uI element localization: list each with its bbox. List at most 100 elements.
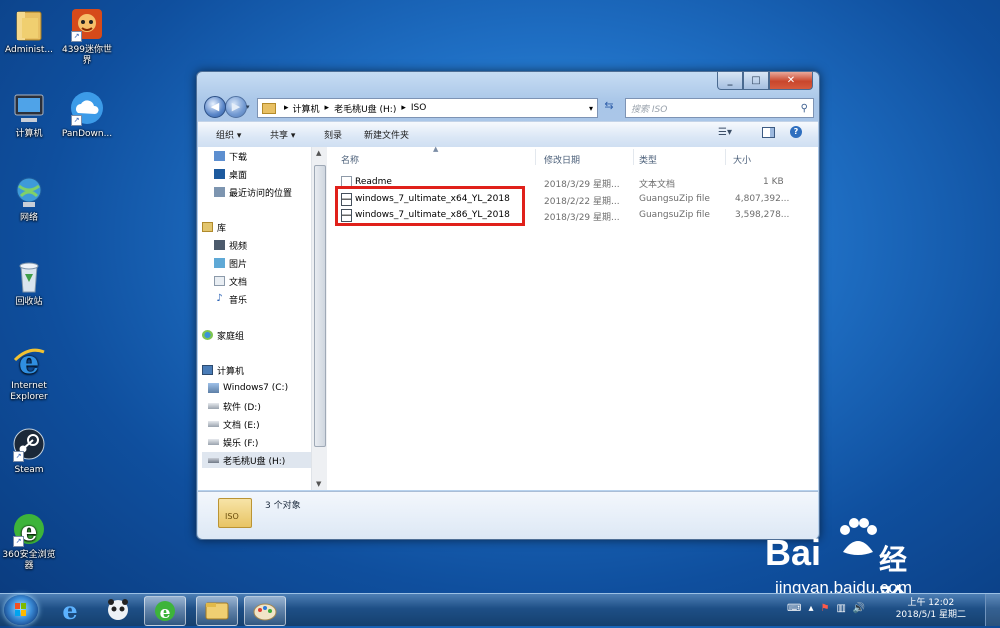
show-hidden-icons-icon[interactable]: ▴ xyxy=(808,603,813,614)
desktop-icon-network[interactable]: 网络 xyxy=(0,176,60,224)
nav-item-documents[interactable]: 文档 xyxy=(214,273,247,289)
desktop-icon-label: Administ... xyxy=(5,45,53,55)
baidu-brand: Bai xyxy=(765,532,822,573)
explorer-window: _ □ ✕ ◀ ▶ ▾ ▸ 计算机 ▸ 老毛桃U盘 (H:) ▸ ISO ▾ ⇆… xyxy=(196,71,820,540)
downloads-icon xyxy=(214,151,225,161)
search-icon[interactable]: ⚲ xyxy=(801,103,808,114)
nav-item-pictures[interactable]: 图片 xyxy=(214,255,247,271)
scrollbar-thumb[interactable] xyxy=(314,165,326,447)
recent-pages-dropdown[interactable]: ▾ xyxy=(246,103,250,111)
breadcrumb-iso[interactable]: ISO xyxy=(411,103,426,113)
view-options-icon[interactable]: ☰▾ xyxy=(718,127,732,138)
burn-button[interactable]: 刻录 xyxy=(324,128,342,141)
homegroup-icon xyxy=(202,330,213,340)
nav-item-drive-h[interactable]: 老毛桃U盘 (H:) xyxy=(202,452,311,468)
documents-icon xyxy=(214,276,225,286)
desktop-icon-internet-explorer[interactable]: e Internet Explorer xyxy=(0,343,60,403)
nav-item-downloads[interactable]: 下载 xyxy=(214,148,247,164)
organize-menu[interactable]: 组织 ▾ xyxy=(216,128,241,141)
show-desktop-button[interactable] xyxy=(985,594,1000,626)
shortcut-arrow-icon: ↗ xyxy=(13,451,24,462)
share-menu[interactable]: 共享 ▾ xyxy=(270,128,295,141)
breadcrumb-drive[interactable]: 老毛桃U盘 (H:) xyxy=(334,102,396,115)
back-button[interactable]: ◀ xyxy=(204,96,226,118)
help-icon[interactable]: ? xyxy=(790,126,802,138)
close-button[interactable]: ✕ xyxy=(769,72,813,90)
steam-icon: ↗ xyxy=(11,428,47,462)
desktop-icon-administrator[interactable]: Administ... xyxy=(0,8,60,56)
nav-item-drive-d[interactable]: 软件 (D:) xyxy=(208,398,261,414)
network-status-icon[interactable]: ▥ xyxy=(836,603,845,614)
refresh-button[interactable]: ⇆ xyxy=(599,99,619,117)
column-header-name[interactable]: 名称 xyxy=(341,153,359,166)
desktop-icon-label: 4399迷你世界 xyxy=(62,45,112,66)
nav-item-computer[interactable]: 计算机 xyxy=(202,362,244,378)
panda-icon xyxy=(108,599,128,620)
nav-item-drive-f[interactable]: 娱乐 (F:) xyxy=(208,434,258,450)
computer-icon xyxy=(11,92,47,126)
desktop-icon-label: 360安全浏览器 xyxy=(2,550,56,571)
column-header-type[interactable]: 类型 xyxy=(639,153,657,166)
music-icon: ♪ xyxy=(216,293,223,304)
start-button[interactable] xyxy=(4,595,38,625)
search-box[interactable]: 搜索 ISO ⚲ xyxy=(625,98,814,118)
cloud-icon: ↗ xyxy=(69,92,105,126)
shortcut-arrow-icon: ↗ xyxy=(13,536,24,547)
address-bar[interactable]: ▸ 计算机 ▸ 老毛桃U盘 (H:) ▸ ISO ▾ xyxy=(257,98,598,118)
taskbar-internet-explorer[interactable]: e xyxy=(50,596,90,625)
nav-item-libraries[interactable]: 库 xyxy=(202,219,226,235)
desktop-icon-pandownload[interactable]: ↗ PanDown... xyxy=(56,92,118,140)
nav-item-homegroup[interactable]: 家庭组 xyxy=(202,327,244,343)
maximize-button[interactable]: □ xyxy=(743,72,769,90)
desktop-icon xyxy=(214,169,225,179)
column-divider xyxy=(725,149,726,165)
scroll-down-arrow-icon[interactable]: ▼ xyxy=(316,480,321,488)
nav-item-videos[interactable]: 视频 xyxy=(214,237,247,253)
column-header-size[interactable]: 大小 xyxy=(733,153,751,166)
highlight-box xyxy=(335,186,525,226)
scroll-up-arrow-icon[interactable]: ▲ xyxy=(316,149,321,157)
desktop-icon-label: PanDown... xyxy=(61,129,113,139)
svg-text:e: e xyxy=(62,596,77,624)
keyboard-icon[interactable]: ⌨ xyxy=(787,603,801,614)
new-folder-button[interactable]: 新建文件夹 xyxy=(364,128,409,141)
desktop-icon-4399[interactable]: ↗ 4399迷你世界 xyxy=(56,8,118,67)
taskbar-windows-explorer[interactable] xyxy=(196,596,238,626)
taskbar-360-browser[interactable]: e xyxy=(144,596,186,626)
breadcrumb-computer[interactable]: 计算机 xyxy=(293,102,320,115)
taskbar-paint[interactable] xyxy=(244,596,286,626)
navigation-scrollbar[interactable]: ▲ ▼ xyxy=(311,147,327,490)
file-type: 文本文档 xyxy=(639,180,676,190)
clock-date: 2018/5/1 星期二 xyxy=(895,610,966,620)
iso-folder-icon: ISO xyxy=(218,498,252,528)
column-header-date[interactable]: 修改日期 xyxy=(544,153,580,166)
desktop-icon-recycle-bin[interactable]: 回收站 xyxy=(0,260,60,308)
nav-item-desktop[interactable]: 桌面 xyxy=(214,166,247,182)
library-icon xyxy=(202,222,213,232)
search-input[interactable]: 搜索 ISO xyxy=(631,102,667,115)
forward-button[interactable]: ▶ xyxy=(225,96,247,118)
file-date: 2018/2/22 星期... xyxy=(544,197,620,207)
address-dropdown-icon[interactable]: ▾ xyxy=(585,104,597,113)
desktop-icon-steam[interactable]: ↗ Steam xyxy=(0,428,60,476)
action-center-flag-icon[interactable]: ⚑ xyxy=(820,603,829,614)
windows-drive-icon xyxy=(208,383,219,393)
nav-item-drive-e[interactable]: 文档 (E:) xyxy=(208,416,260,432)
minimize-button[interactable]: _ xyxy=(717,72,743,90)
file-size: 4,807,392... xyxy=(735,194,790,204)
user-folder-icon xyxy=(11,8,47,42)
usb-drive-icon xyxy=(208,457,219,463)
caption-buttons: _ □ ✕ xyxy=(717,72,813,90)
nav-item-music[interactable]: ♪ 音乐 xyxy=(214,291,247,307)
volume-icon[interactable]: 🔊 xyxy=(853,603,865,614)
nav-item-drive-c[interactable]: Windows7 (C:) xyxy=(208,380,288,396)
taskbar-app-panda[interactable] xyxy=(98,596,138,624)
desktop-icon-360-browser[interactable]: e ↗ 360安全浏览器 xyxy=(0,513,60,572)
video-icon xyxy=(214,240,225,250)
command-bar: 组织 ▾ 共享 ▾ 刻录 新建文件夹 ☰▾ ? xyxy=(198,121,818,148)
preview-pane-icon[interactable] xyxy=(762,127,775,138)
folder-icon xyxy=(205,602,229,620)
desktop-icon-computer[interactable]: 计算机 xyxy=(0,92,60,140)
nav-item-recent-places[interactable]: 最近访问的位置 xyxy=(214,184,292,200)
clock[interactable]: 上午 12:02 2018/5/1 星期二 xyxy=(896,597,966,621)
